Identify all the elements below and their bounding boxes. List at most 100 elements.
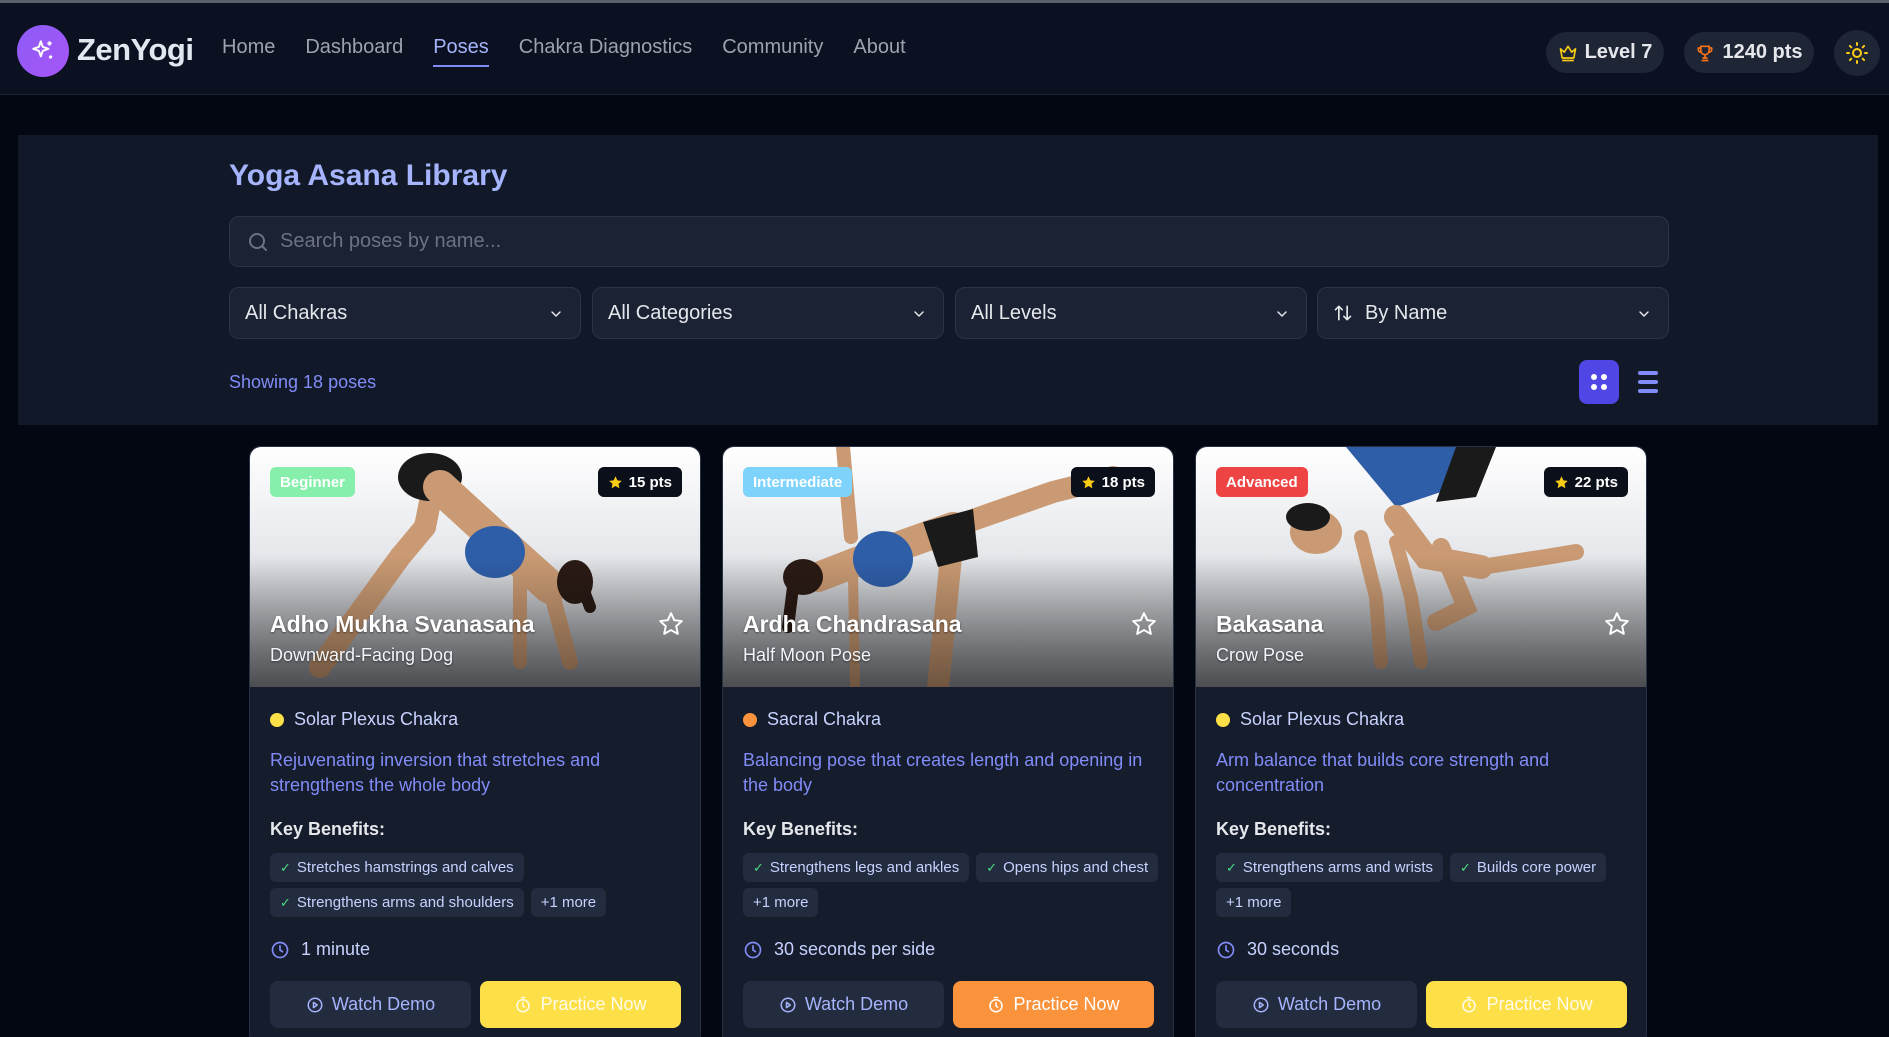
chevron-down-icon: [551, 311, 561, 318]
level-label: Level 7: [1584, 41, 1653, 63]
chakra-label: Solar Plexus Chakra: [270, 709, 458, 730]
check-icon: ✓: [280, 859, 291, 875]
main-nav: Home Dashboard Poses Chakra Diagnostics …: [222, 36, 906, 67]
chakra-name: Solar Plexus Chakra: [294, 709, 459, 729]
theme-toggle-button[interactable]: [1834, 30, 1880, 76]
practice-now-button[interactable]: Practice Now: [1426, 981, 1627, 1028]
level-filter-value: All Levels: [971, 301, 1057, 324]
check-icon: ✓: [753, 859, 764, 875]
chevron-down-icon: [1639, 311, 1649, 318]
nav-community[interactable]: Community: [722, 36, 823, 67]
pose-image: Advanced 22 pts Bakasana Crow Pose: [1196, 447, 1646, 687]
pose-sanskrit-name: Ardha Chandrasana: [743, 611, 962, 637]
points-label: 1240 pts: [1722, 41, 1803, 63]
points-badge[interactable]: 1240 pts: [1684, 32, 1814, 73]
pose-image: Beginner 15 pts Adho Mukha Svanasana Dow…: [250, 447, 700, 687]
chakra-label: Sacral Chakra: [743, 709, 881, 730]
search-bar[interactable]: [229, 216, 1669, 267]
search-input[interactable]: [280, 217, 1650, 266]
level-badge[interactable]: Level 7: [1546, 32, 1664, 73]
pose-description: Balancing pose that creates length and o…: [743, 750, 1143, 795]
nav-chakra-diagnostics[interactable]: Chakra Diagnostics: [519, 36, 692, 67]
benefit-tag: ✓ Opens hips and chest: [976, 853, 1159, 882]
pose-image: Intermediate 18 pts Ardha Chandrasana Ha…: [723, 447, 1173, 687]
star-outline-icon[interactable]: [1604, 611, 1630, 637]
benefits-heading: Key Benefits:: [1216, 819, 1332, 839]
watch-demo-button[interactable]: Watch Demo: [743, 981, 944, 1028]
benefit-tag: ✓ Strengthens arms and shoulders: [270, 888, 524, 917]
duration: 30 seconds: [1216, 939, 1339, 960]
play-circle-icon: [780, 997, 796, 1012]
benefits-list: ✓ Strengthens legs and ankles ✓ Opens hips…: [743, 853, 1163, 917]
logo[interactable]: [17, 25, 69, 77]
benefit-tag: ✓ Strengthens arms and wrists: [1216, 853, 1443, 882]
pose-english-name: Crow Pose: [1216, 645, 1305, 665]
points-value: 22 pts: [1574, 473, 1618, 491]
category-filter-value: All Categories: [608, 301, 733, 324]
more-benefits-tag[interactable]: +1 more: [1216, 888, 1292, 917]
brand-name[interactable]: ZenYogi: [77, 32, 194, 68]
benefit-tag: ✓ Strengthens legs and ankles: [743, 853, 970, 882]
more-benefits-tag[interactable]: +1 more: [530, 888, 607, 917]
more-benefits-tag[interactable]: +1 more: [743, 888, 819, 917]
chakra-dot: [1216, 712, 1230, 727]
watch-demo-button[interactable]: Watch Demo: [1216, 981, 1417, 1028]
sort-arrows-icon: [1334, 305, 1352, 321]
pose-sanskrit-name: Adho Mukha Svanasana: [270, 611, 535, 637]
check-icon: ✓: [1226, 859, 1237, 875]
list-icon: [1638, 371, 1658, 393]
pose-card[interactable]: Beginner 15 pts Adho Mukha Svanasana Dow…: [249, 446, 701, 1037]
page-title: Yoga Asana Library: [229, 159, 508, 192]
timer-icon: [1462, 996, 1477, 1012]
check-icon: ✓: [280, 894, 291, 910]
difficulty-badge: Advanced: [1216, 467, 1308, 497]
star-filled-icon: [1554, 475, 1568, 488]
benefits-list: ✓ Stretches hamstrings and calves ✓ Streng…: [270, 853, 690, 917]
star-outline-icon[interactable]: [658, 611, 684, 637]
practice-now-button[interactable]: Practice Now: [480, 981, 681, 1028]
chakra-filter-value: All Chakras: [245, 301, 348, 324]
trophy-icon: [1697, 45, 1713, 61]
level-filter-select[interactable]: All Levels: [955, 287, 1307, 339]
difficulty-badge: Intermediate: [743, 467, 853, 497]
play-circle-icon: [1253, 997, 1269, 1012]
nav-about[interactable]: About: [853, 36, 905, 67]
star-outline-icon[interactable]: [1131, 611, 1157, 637]
results-count: Showing 18 poses: [229, 372, 377, 392]
crown-icon: [1559, 45, 1576, 61]
grid-icon: [1591, 374, 1607, 390]
timer-icon: [516, 996, 531, 1012]
chevron-down-icon: [914, 311, 924, 318]
list-view-button[interactable]: [1628, 360, 1668, 404]
practice-now-button[interactable]: Practice Now: [953, 981, 1154, 1028]
watch-demo-button[interactable]: Watch Demo: [270, 981, 471, 1028]
pose-sanskrit-name: Bakasana: [1216, 611, 1324, 637]
chakra-dot: [270, 712, 284, 727]
benefits-heading: Key Benefits:: [743, 819, 859, 839]
pose-english-name: Downward-Facing Dog: [270, 645, 454, 665]
top-navbar: ZenYogi Home Dashboard Poses Chakra Diag…: [0, 0, 1889, 95]
sun-icon: [1846, 42, 1868, 64]
chakra-label: Solar Plexus Chakra: [1216, 709, 1404, 730]
check-icon: ✓: [1459, 859, 1471, 875]
nav-home[interactable]: Home: [222, 36, 275, 67]
sort-select[interactable]: By Name: [1317, 287, 1669, 339]
benefit-tag: ✓ Stretches hamstrings and calves: [270, 853, 524, 882]
nav-poses[interactable]: Poses: [433, 36, 489, 67]
timer-icon: [989, 996, 1004, 1012]
pose-card[interactable]: Advanced 22 pts Bakasana Crow Pose Solar…: [1195, 446, 1647, 1037]
sort-value: By Name: [1365, 301, 1448, 324]
category-filter-select[interactable]: All Categories: [592, 287, 944, 339]
chakra-filter-select[interactable]: All Chakras: [229, 287, 581, 339]
nav-dashboard[interactable]: Dashboard: [305, 36, 403, 67]
clock-icon: [744, 941, 762, 958]
points-badge: 22 pts: [1543, 467, 1628, 497]
points-value: 18 pts: [1101, 473, 1145, 491]
chakra-name: Sacral Chakra: [767, 709, 882, 729]
star-filled-icon: [1081, 475, 1095, 488]
pose-card[interactable]: Intermediate 18 pts Ardha Chandrasana Ha…: [722, 446, 1174, 1037]
star-filled-icon: [608, 475, 622, 488]
grid-view-button[interactable]: [1579, 360, 1619, 404]
duration-value: 30 seconds: [1247, 939, 1340, 959]
benefit-tag: ✓ Builds core power: [1449, 853, 1607, 882]
